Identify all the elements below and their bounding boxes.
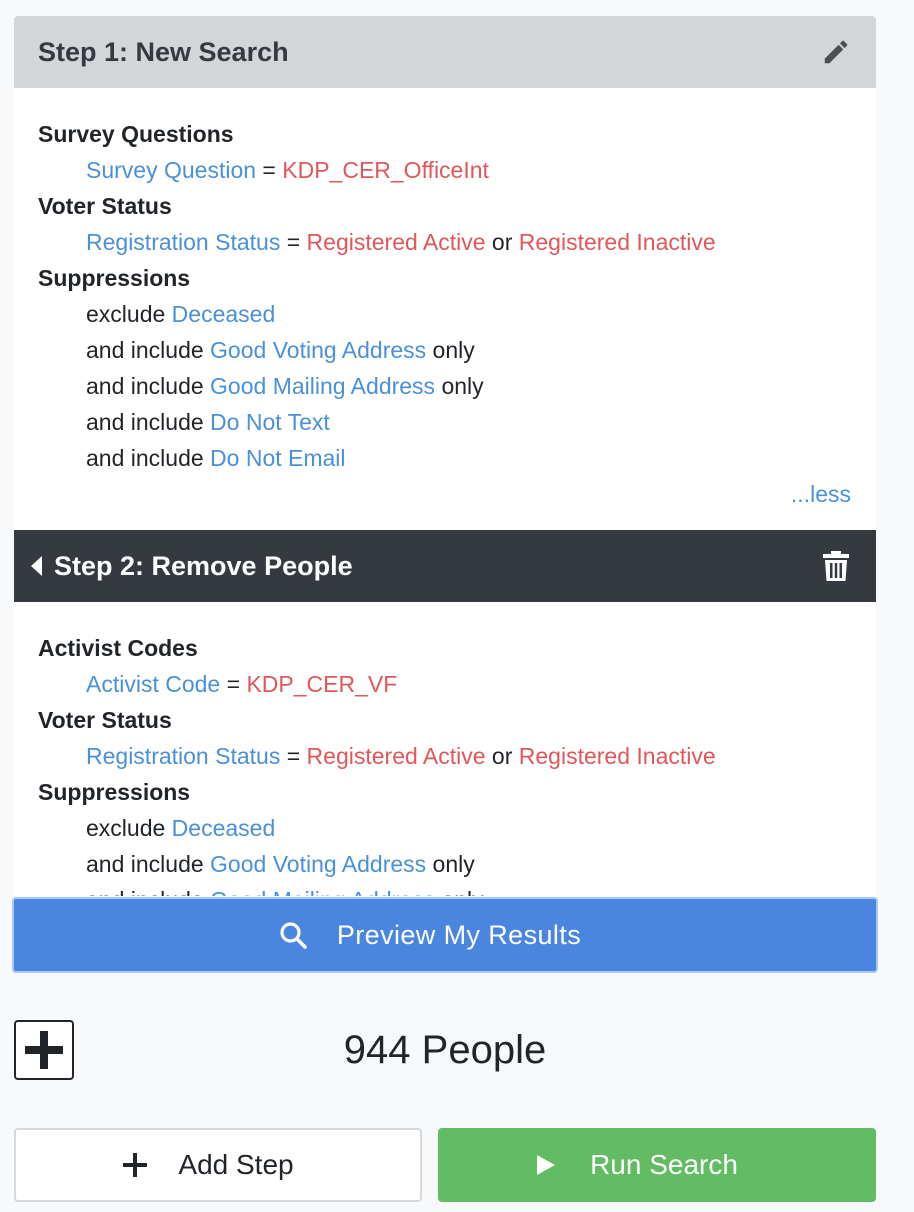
section-title: Voter Status	[38, 193, 172, 219]
suppression-line: and include Good Voting Address only	[38, 846, 852, 882]
suppression-prefix: exclude	[86, 301, 172, 327]
suppression-item[interactable]: Good Mailing Address	[210, 373, 435, 399]
add-criteria-button[interactable]	[14, 1020, 74, 1080]
caret-left-icon[interactable]	[31, 556, 42, 576]
step-2-body: Activist Codes Activist Code = KDP_CER_V…	[14, 602, 876, 896]
preview-results-label: Preview My Results	[336, 919, 582, 950]
section-title: Survey Questions	[38, 121, 234, 147]
result-count: 944 People	[343, 1028, 547, 1072]
suppression-prefix: and include	[86, 445, 211, 471]
section-title: Voter Status	[38, 707, 172, 733]
criteria-value: Registered Inactive	[518, 743, 716, 769]
run-search-label: Run Search	[590, 1149, 738, 1180]
step-2-title-wrap: Step 2: Remove People	[31, 550, 353, 582]
step-1-header[interactable]: Step 1: New Search	[14, 16, 876, 88]
criteria-joiner: or	[485, 229, 519, 255]
plus-icon	[122, 1152, 148, 1178]
run-search-button[interactable]: Run Search	[438, 1128, 876, 1202]
play-icon	[536, 1154, 556, 1176]
suppression-prefix: exclude	[86, 815, 172, 841]
less-row: ...less	[38, 476, 852, 512]
suppression-prefix: and include	[86, 887, 210, 896]
criteria-operator: =	[280, 743, 307, 769]
preview-results-button[interactable]: Preview My Results	[12, 897, 878, 973]
step-2-header[interactable]: Step 2: Remove People	[14, 530, 876, 602]
criteria-operator: =	[256, 157, 283, 183]
add-step-button[interactable]: Add Step	[14, 1128, 422, 1202]
criteria-value: Registered Inactive	[518, 229, 716, 255]
suppression-item[interactable]: Good Voting Address	[210, 337, 426, 363]
criteria-line: Activist Code = KDP_CER_VF	[38, 666, 852, 702]
plus-icon	[25, 1031, 63, 1069]
suppression-item[interactable]: Do Not Text	[210, 409, 330, 435]
criteria-value: Registered Active	[306, 229, 486, 255]
section-title: Activist Codes	[38, 635, 198, 661]
criteria-value: KDP_CER_VF	[246, 671, 398, 697]
criteria-field[interactable]: Survey Question	[86, 157, 256, 183]
suppression-suffix: only	[426, 851, 475, 877]
criteria-joiner: or	[485, 743, 519, 769]
search-icon	[279, 921, 307, 949]
criteria-field[interactable]: Registration Status	[86, 743, 280, 769]
section-title: Suppressions	[38, 265, 191, 291]
criteria-value: KDP_CER_OfficeInt	[282, 157, 489, 183]
pencil-icon[interactable]	[820, 36, 852, 68]
section-title: Suppressions	[38, 779, 191, 805]
step-2-title: Step 2: Remove People	[54, 550, 353, 581]
criteria-line: Registration Status = Registered Active …	[38, 738, 852, 774]
suppression-line: and include Do Not Email	[38, 440, 852, 476]
suppression-prefix: and include	[86, 337, 211, 363]
step-1-body: Survey Questions Survey Question = KDP_C…	[14, 88, 876, 530]
suppression-item[interactable]: Good Mailing Address	[210, 887, 435, 896]
show-less-link[interactable]: ...less	[791, 481, 851, 507]
suppression-suffix: only	[426, 337, 475, 363]
suppression-item[interactable]: Deceased	[172, 815, 276, 841]
suppression-prefix: and include	[86, 373, 211, 399]
criteria-operator: =	[280, 229, 307, 255]
suppression-line: and include Good Mailing Address only	[38, 368, 852, 404]
suppression-prefix: and include	[86, 851, 211, 877]
suppression-line: exclude Deceased	[38, 810, 852, 846]
suppression-item[interactable]: Good Voting Address	[210, 851, 426, 877]
criteria-line: Registration Status = Registered Active …	[38, 224, 852, 260]
criteria-operator: =	[220, 671, 247, 697]
step-1-title: Step 1: New Search	[38, 36, 289, 67]
suppression-item[interactable]: Deceased	[172, 301, 276, 327]
criteria-line: Survey Question = KDP_CER_OfficeInt	[38, 152, 852, 188]
trash-icon[interactable]	[820, 550, 852, 582]
add-step-label: Add Step	[178, 1149, 294, 1180]
criteria-value: Registered Active	[306, 743, 486, 769]
suppression-suffix: only	[435, 887, 483, 896]
suppression-suffix: only	[435, 373, 484, 399]
suppression-item[interactable]: Do Not Email	[210, 445, 345, 471]
criteria-field[interactable]: Registration Status	[86, 229, 280, 255]
search-steps-panel: Step 1: New Search Survey Questions Surv…	[14, 16, 876, 896]
suppression-line: and include Do Not Text	[38, 404, 852, 440]
criteria-field[interactable]: Activist Code	[86, 671, 220, 697]
suppression-line: and include Good Mailing Address only	[38, 882, 852, 896]
suppression-line: and include Good Voting Address only	[38, 332, 852, 368]
suppression-line: exclude Deceased	[38, 296, 852, 332]
suppression-prefix: and include	[86, 409, 211, 435]
